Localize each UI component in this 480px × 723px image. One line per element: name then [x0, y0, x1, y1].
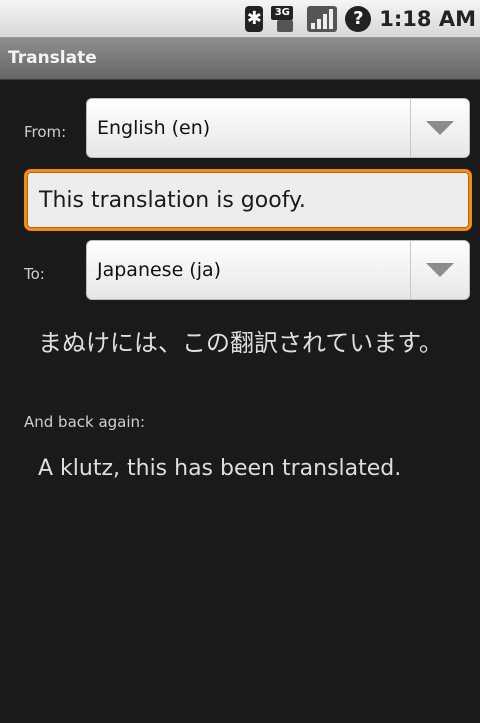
to-dropdown-button[interactable]	[410, 241, 469, 299]
app-title: Translate	[8, 48, 97, 68]
source-text-value: This translation is goofy.	[39, 188, 306, 213]
to-label: To:	[24, 265, 45, 283]
signal-strength-icon	[307, 6, 338, 32]
status-bar: ✱ 3G ? 1:18 AM	[0, 0, 480, 38]
to-language-spinner[interactable]: Japanese (ja)	[86, 240, 470, 300]
question-icon: ?	[345, 6, 372, 32]
status-icons: ✱ 3G ? 1:18 AM	[245, 0, 480, 38]
network-type-label: 3G	[271, 6, 294, 20]
from-language-spinner[interactable]: English (en)	[86, 98, 470, 158]
to-language-value: Japanese (ja)	[97, 259, 222, 281]
title-bar: Translate	[0, 38, 480, 80]
bluetooth-icon: ✱	[245, 6, 264, 32]
from-label: From:	[24, 123, 67, 141]
status-clock: 1:18 AM	[379, 7, 476, 31]
data-arrows	[277, 20, 294, 32]
source-text-input[interactable]: This translation is goofy.	[24, 169, 472, 231]
3g-data-icon: 3G	[271, 6, 299, 32]
translated-text: まぬけには、この翻訳されています。	[38, 329, 443, 357]
from-language-value: English (en)	[97, 117, 211, 139]
back-again-label: And back again:	[24, 413, 146, 431]
back-translated-text: A klutz, this has been translated.	[38, 456, 402, 481]
dropdown-triangle-icon	[426, 121, 454, 135]
dropdown-triangle-icon	[426, 263, 454, 277]
from-dropdown-button[interactable]	[410, 99, 469, 157]
